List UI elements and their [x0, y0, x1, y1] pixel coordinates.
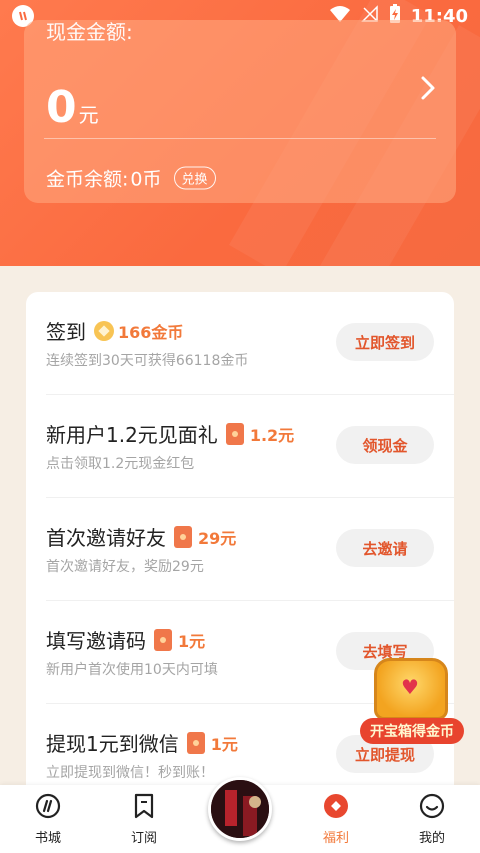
- task-description: 点击领取1.2元现金红包: [46, 456, 195, 472]
- task-reward: 166金币: [94, 319, 183, 343]
- cash-amount-value: 0: [46, 82, 77, 133]
- bookstore-icon: [35, 793, 61, 823]
- book-cover-center-button[interactable]: [208, 777, 272, 841]
- treasure-chest-button[interactable]: ♥ 开宝箱得金币: [360, 658, 464, 744]
- profile-icon: [419, 793, 445, 823]
- task-title: 新用户1.2元见面礼: [46, 423, 218, 447]
- tab-bookstore[interactable]: 书城: [13, 793, 83, 847]
- task-title: 填写邀请码: [46, 629, 146, 653]
- task-reward: 1.2元: [225, 422, 295, 446]
- tab-label: 我的: [418, 831, 445, 846]
- red-packet-icon: [174, 525, 192, 548]
- coin-balance-value: 0币: [130, 168, 162, 191]
- coin-balance-row: 金币余额: 0币 兑换: [46, 165, 216, 192]
- task-reward-value: 1元: [210, 734, 238, 754]
- task-description: 立即提现到微信！秒到账！: [46, 765, 214, 781]
- cash-divider: [44, 138, 436, 139]
- cash-card[interactable]: 现金金额: 0 元 金币余额: 0币 兑换: [24, 20, 456, 203]
- task-title: 提现1元到微信: [46, 732, 179, 756]
- task-reward: 29元: [174, 525, 236, 549]
- bottom-tab-bar: 书城 订阅 福利 我的: [0, 777, 480, 853]
- task-reward-value: 29元: [198, 528, 237, 548]
- cash-amount-unit: 元: [78, 103, 99, 127]
- task-title: 签到: [46, 320, 86, 344]
- heart-icon: ♥: [401, 675, 419, 699]
- tab-profile[interactable]: 我的: [397, 793, 467, 847]
- bookmark-icon: [131, 793, 157, 823]
- treasure-chest-icon: ♥: [374, 658, 448, 720]
- sign-in-button[interactable]: 立即签到: [336, 323, 434, 361]
- red-packet-icon: [154, 628, 172, 651]
- gold-coin-icon: [94, 320, 114, 341]
- treasure-label: 开宝箱得金币: [360, 718, 464, 744]
- task-sign-in: 签到 166金币 连续签到30天可获得66118金币 立即签到: [26, 292, 454, 395]
- task-description: 新用户首次使用10天内可填: [46, 662, 218, 678]
- tab-label: 福利: [322, 831, 349, 846]
- red-packet-icon: [186, 731, 205, 754]
- task-reward: 1元: [154, 628, 205, 652]
- tab-label: 书城: [34, 831, 61, 846]
- task-reward: 1元: [186, 731, 238, 755]
- task-description: 首次邀请好友，奖励29元: [46, 559, 204, 575]
- task-description: 连续签到30天可获得66118金币: [46, 353, 249, 369]
- red-packet-icon: [225, 422, 244, 445]
- tab-welfare[interactable]: 福利: [301, 793, 371, 847]
- task-reward-value: 166金币: [118, 322, 184, 342]
- task-reward-value: 1元: [178, 631, 206, 651]
- tab-subscribe[interactable]: 订阅: [109, 793, 179, 847]
- task-title: 首次邀请好友: [46, 526, 166, 550]
- coin-balance-label: 金币余额:: [46, 168, 129, 191]
- tab-label: 订阅: [130, 831, 157, 846]
- invite-button[interactable]: 去邀请: [336, 529, 434, 567]
- exchange-button[interactable]: 兑换: [173, 166, 216, 190]
- chevron-right-icon[interactable]: [418, 74, 438, 106]
- task-reward-value: 1.2元: [249, 425, 295, 445]
- task-new-user-gift: 新用户1.2元见面礼 1.2元 点击领取1.2元现金红包 领现金: [26, 395, 454, 498]
- claim-cash-button[interactable]: 领现金: [336, 426, 434, 464]
- task-invite-friend: 首次邀请好友 29元 首次邀请好友，奖励29元 去邀请: [26, 498, 454, 601]
- welfare-icon: [323, 793, 349, 823]
- cash-amount: 0 元: [46, 82, 99, 133]
- cash-label: 现金金额:: [46, 20, 133, 44]
